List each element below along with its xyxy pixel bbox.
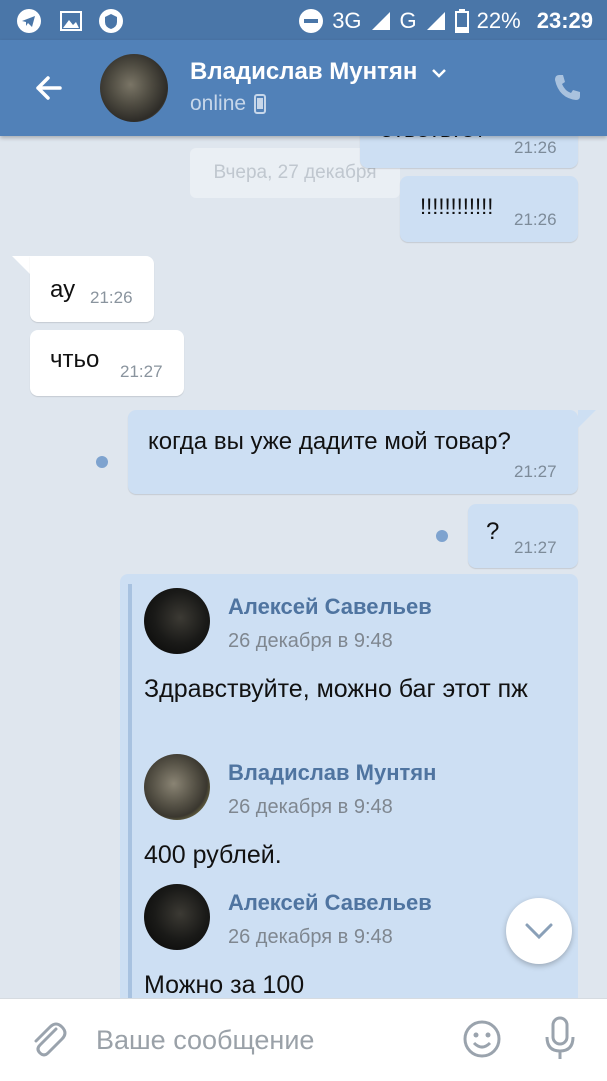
signal-icon — [371, 12, 390, 30]
bubble-tail — [578, 410, 596, 428]
author-avatar[interactable] — [144, 588, 210, 654]
dnd-icon — [299, 9, 324, 33]
battery-icon — [454, 9, 469, 33]
chat-header: Владислав Мунтян online — [0, 40, 607, 136]
phone-call-icon[interactable] — [551, 72, 583, 104]
message-text: !!!!!!!!!!!! — [420, 194, 494, 219]
contact-name[interactable]: Владислав Мунтян — [190, 58, 448, 86]
message-bubble-outgoing[interactable]: !!!!!!!!!!!! 21:26 — [400, 176, 578, 242]
message-bubble-outgoing[interactable]: ? 21:27 — [468, 504, 578, 568]
message-text: когда вы уже дадите мой товар? — [148, 428, 511, 455]
message-time: 21:26 — [90, 288, 133, 307]
shield-icon — [99, 9, 123, 33]
signal-icon-2 — [426, 12, 445, 30]
message-list[interactable]: Вчера, 27 декабря ответьте\ 21:26 !!!!!!… — [0, 136, 607, 998]
forward-text: Можно за 100 — [144, 971, 305, 998]
chevron-down-icon — [525, 923, 553, 940]
forward-line — [128, 584, 132, 998]
back-arrow-icon[interactable] — [30, 70, 66, 106]
message-time: 21:26 — [514, 210, 557, 229]
author-avatar[interactable] — [144, 884, 210, 950]
message-text: чтьо — [50, 346, 100, 373]
contact-avatar[interactable] — [100, 54, 168, 122]
clock: 23:29 — [536, 8, 593, 33]
chevron-down-icon[interactable] — [430, 67, 448, 79]
forward-text: 400 рублей. — [144, 841, 282, 869]
network-type: 3G — [332, 8, 362, 33]
message-time: 21:27 — [514, 538, 557, 557]
message-bubble-incoming[interactable]: ау 21:26 — [30, 256, 154, 322]
contact-name-label: Владислав Мунтян — [190, 58, 418, 85]
contact-status: online — [190, 92, 267, 116]
forward-date: 26 декабря в 9:48 — [228, 630, 393, 652]
microphone-icon[interactable] — [542, 1015, 578, 1063]
online-status: online — [190, 92, 247, 115]
message-text: ответьте\ — [380, 136, 481, 144]
forward-author[interactable]: Алексей Савельев — [228, 594, 432, 620]
unread-indicator — [96, 456, 108, 468]
message-input[interactable]: Ваше сообщение — [96, 1025, 314, 1056]
telegram-icon — [17, 9, 41, 33]
message-time: 21:27 — [514, 462, 557, 481]
forward-date: 26 декабря в 9:48 — [228, 926, 393, 948]
mobile-icon — [254, 94, 267, 114]
message-time: 21:26 — [514, 138, 557, 157]
status-bar: 3G G 22% 23:29 — [0, 0, 607, 40]
message-time: 21:27 — [120, 362, 163, 381]
forward-date: 26 декабря в 9:48 — [228, 796, 393, 818]
battery-level: 22% — [476, 8, 521, 33]
message-bubble-incoming[interactable]: чтьо 21:27 — [30, 330, 184, 396]
gallery-icon — [60, 11, 82, 31]
emoji-icon[interactable] — [462, 1019, 502, 1059]
author-avatar[interactable] — [144, 754, 210, 820]
forward-text: Здравствуйте, можно баг этот пж — [144, 675, 528, 703]
message-bubble-outgoing[interactable]: когда вы уже дадите мой товар? 21:27 — [128, 410, 578, 494]
message-text: ау — [50, 276, 76, 303]
message-text: ? — [486, 518, 500, 545]
bubble-tail — [12, 256, 32, 276]
network-type-2: G — [399, 8, 417, 33]
forward-author[interactable]: Владислав Мунтян — [228, 760, 436, 786]
message-input-bar: Ваше сообщение — [0, 998, 607, 1081]
unread-indicator — [436, 530, 448, 542]
scroll-down-button[interactable] — [506, 898, 572, 964]
forward-author[interactable]: Алексей Савельев — [228, 890, 432, 916]
attach-icon[interactable] — [28, 1019, 68, 1061]
status-right: 3G G 22% 23:29 — [298, 6, 593, 36]
message-bubble-outgoing[interactable]: ответьте\ 21:26 — [360, 136, 578, 168]
